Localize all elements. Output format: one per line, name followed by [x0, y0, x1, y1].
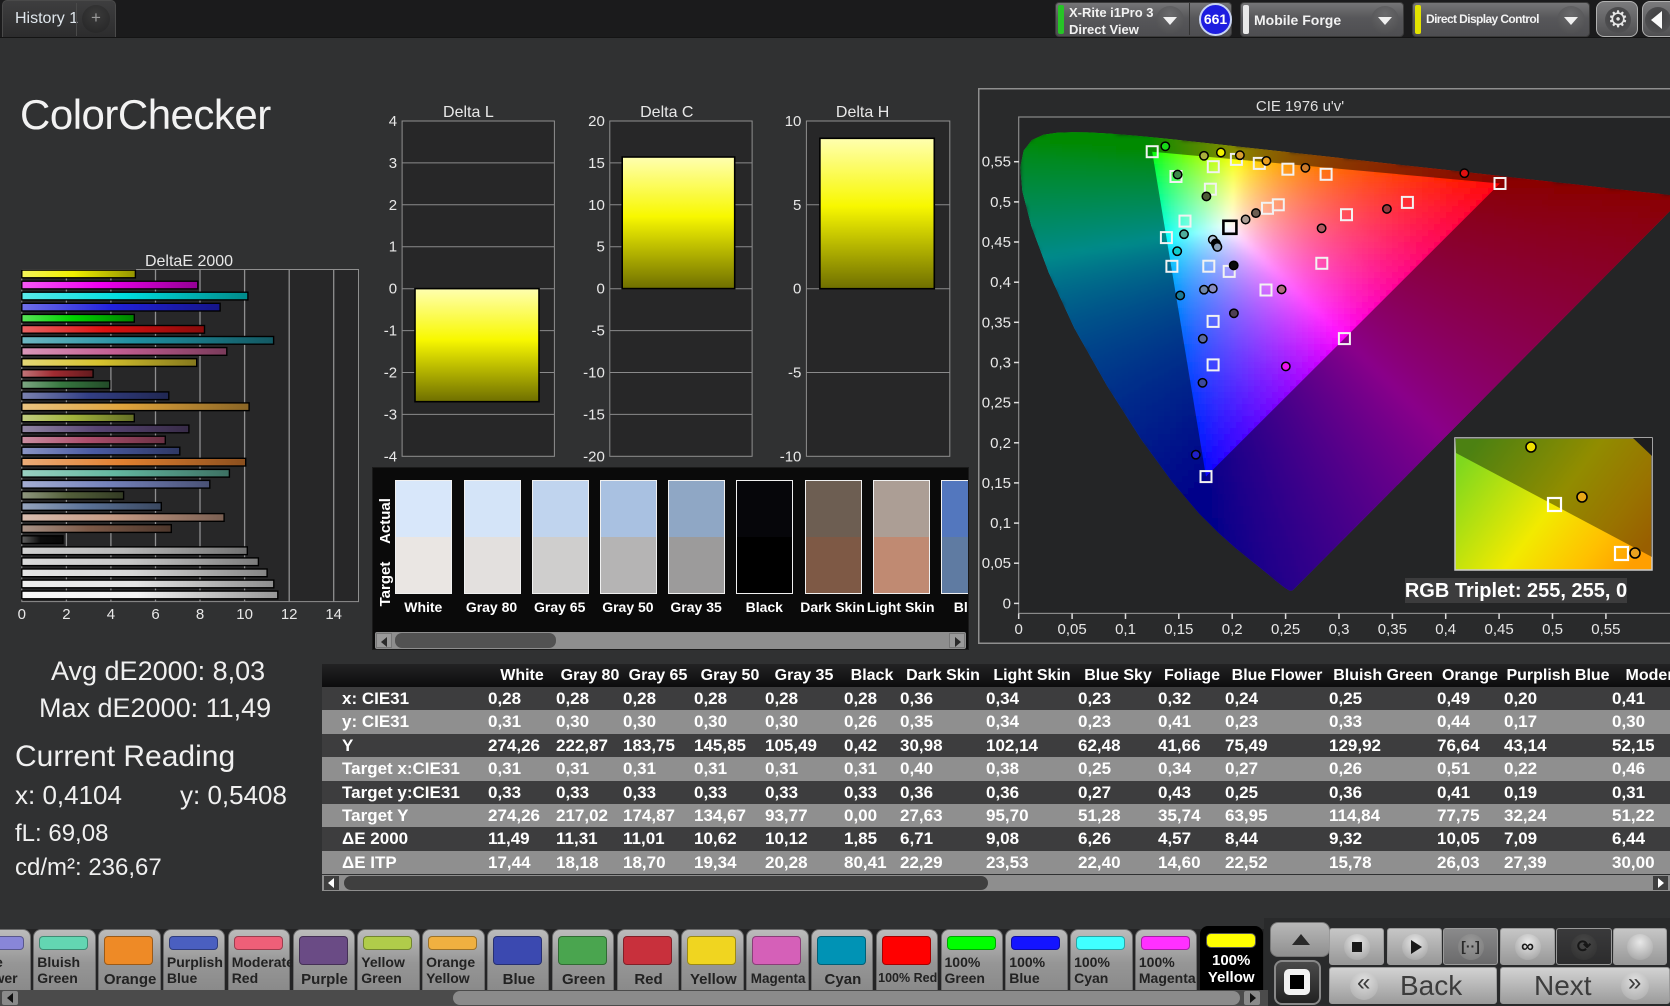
svg-text:12: 12 [281, 606, 298, 623]
svg-text:0,15: 0,15 [982, 475, 1011, 492]
svg-text:-10: -10 [780, 448, 802, 465]
svg-text:0,4: 0,4 [990, 274, 1011, 291]
svg-text:5: 5 [793, 197, 801, 214]
svg-text:0,05: 0,05 [1057, 621, 1086, 638]
svg-text:-5: -5 [591, 323, 604, 340]
svg-text:0,05: 0,05 [982, 555, 1011, 572]
svg-text:10: 10 [785, 113, 802, 130]
svg-text:-10: -10 [583, 365, 605, 382]
svg-text:0,2: 0,2 [990, 435, 1011, 452]
svg-text:0: 0 [1015, 621, 1023, 638]
svg-text:0,2: 0,2 [1222, 621, 1243, 638]
svg-text:20: 20 [588, 113, 605, 130]
svg-text:0,55: 0,55 [1591, 621, 1620, 638]
svg-text:3: 3 [389, 155, 397, 172]
svg-text:1: 1 [389, 239, 397, 256]
svg-text:0,25: 0,25 [1271, 621, 1300, 638]
svg-text:15: 15 [588, 155, 605, 172]
svg-text:CIE 1976 u'v': CIE 1976 u'v' [1256, 98, 1344, 115]
svg-text:0,45: 0,45 [1484, 621, 1513, 638]
svg-text:0,3: 0,3 [990, 355, 1011, 372]
svg-text:0,1: 0,1 [990, 515, 1011, 532]
svg-text:10: 10 [236, 606, 253, 623]
svg-text:-20: -20 [583, 448, 605, 465]
svg-text:5: 5 [596, 239, 604, 256]
svg-text:DeltaE 2000: DeltaE 2000 [145, 253, 233, 270]
svg-text:0: 0 [596, 281, 604, 298]
svg-text:0,35: 0,35 [982, 314, 1011, 331]
svg-text:10: 10 [588, 197, 605, 214]
svg-text:0,55: 0,55 [982, 154, 1011, 171]
svg-text:0,5: 0,5 [990, 194, 1011, 211]
svg-text:0,5: 0,5 [1542, 621, 1563, 638]
svg-text:0,4: 0,4 [1435, 621, 1456, 638]
svg-text:-15: -15 [583, 406, 605, 423]
svg-text:2: 2 [389, 197, 397, 214]
svg-text:-2: -2 [384, 365, 397, 382]
svg-text:0,3: 0,3 [1329, 621, 1350, 638]
svg-text:0,15: 0,15 [1164, 621, 1193, 638]
svg-text:-5: -5 [788, 365, 801, 382]
svg-text:6: 6 [151, 606, 159, 623]
svg-text:4: 4 [389, 113, 397, 130]
svg-text:0: 0 [793, 281, 801, 298]
svg-text:Delta H: Delta H [836, 104, 889, 121]
svg-text:Delta C: Delta C [640, 104, 693, 121]
svg-text:-4: -4 [384, 448, 397, 465]
svg-text:0: 0 [1003, 595, 1011, 612]
svg-text:2: 2 [62, 606, 70, 623]
svg-text:Delta L: Delta L [443, 104, 494, 121]
svg-text:0,1: 0,1 [1115, 621, 1136, 638]
svg-text:14: 14 [325, 606, 342, 623]
svg-text:0,45: 0,45 [982, 234, 1011, 251]
svg-text:8: 8 [196, 606, 204, 623]
svg-text:0: 0 [389, 281, 397, 298]
svg-text:-3: -3 [384, 406, 397, 423]
svg-text:0,25: 0,25 [982, 395, 1011, 412]
svg-text:-1: -1 [384, 323, 397, 340]
svg-text:0,35: 0,35 [1378, 621, 1407, 638]
svg-text:4: 4 [107, 606, 115, 623]
svg-text:0: 0 [18, 606, 26, 623]
